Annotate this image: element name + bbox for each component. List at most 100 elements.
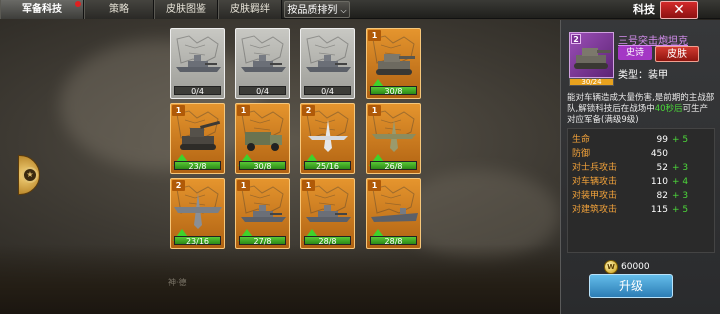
tank-icon [376, 54, 415, 75]
card-level-badge: 2 [172, 180, 185, 191]
unit-progress-bar: 30/24 [569, 78, 614, 86]
stat-label: 对车辆攻击 [572, 177, 618, 187]
tech-card-heavy-bomber-plane[interactable]: 2 23/16 [170, 178, 225, 249]
tech-card-green-bomber-plane[interactable]: 1 26/8 [366, 103, 421, 174]
stat-row: 对建筑攻击 115 + 5 [568, 203, 714, 217]
ship-icon [241, 205, 286, 222]
spg-icon [180, 120, 221, 150]
close-button[interactable]: ✕ [660, 1, 698, 19]
upgrade-cost-value: 60000 [621, 262, 650, 272]
unit-progress-text: 30/24 [581, 78, 602, 86]
card-level-badge: 1 [368, 105, 381, 116]
bomber-icon [372, 120, 416, 152]
stat-label: 对建筑攻击 [572, 205, 618, 215]
footer-faint-text: 神·德 [168, 278, 187, 287]
chevron-down-icon: ⌵ [340, 6, 347, 15]
tab-skin-bond[interactable]: 皮肤羁绊 [218, 0, 282, 19]
stat-bonus: + 5 [672, 135, 689, 145]
side-drawer-handle[interactable]: ★ [18, 155, 40, 195]
background-smoke [60, 40, 260, 170]
card-level-badge: 1 [368, 30, 381, 41]
card-progress-bar: 0/4 [239, 86, 286, 96]
ship-icon [176, 55, 221, 72]
card-progress-bar: 28/8 [370, 236, 417, 246]
top-bar: 军备科技 策略 皮肤图鉴 皮肤羁绊 按品质排列 ⌵ 科技 ✕ [0, 0, 720, 19]
unit-portrait: 2 [569, 32, 614, 78]
rarity-badge: 史诗 [618, 46, 652, 60]
stat-value: 52 [656, 163, 668, 173]
unit-description: 能对车辆造成大量伤害,是前期的主战部队,解锁科技后在战场中40秒后可生产对应军备… [567, 93, 715, 126]
stat-value: 115 [650, 205, 668, 215]
card-level-badge: 1 [237, 105, 250, 116]
stat-row: 对车辆攻击 110 + 4 [568, 175, 714, 189]
tech-card-warship-locked-2[interactable]: 0/4 [235, 28, 290, 99]
detail-panel: 2 30/24 三号突击炮坦克 史诗 皮肤 类型：装甲 能对车辆造成大量伤害,是… [560, 20, 720, 314]
ship-icon [306, 55, 351, 72]
stat-row: 防御 450 [568, 147, 714, 161]
tech-card-destroyer-ship[interactable]: 1 28/8 [300, 178, 355, 249]
tech-card-artillery-tank[interactable]: 1 23/8 [170, 103, 225, 174]
tech-card-warship-locked-1[interactable]: 0/4 [170, 28, 225, 99]
card-progress-bar: 0/4 [304, 86, 351, 96]
card-progress-bar: 23/16 [174, 236, 221, 246]
upgrade-button[interactable]: 升级 [589, 274, 673, 298]
tech-card-cruiser-ship[interactable]: 1 27/8 [235, 178, 290, 249]
tab-label: 策略 [109, 4, 129, 15]
tech-card-carrier-ship[interactable]: 1 28/8 [366, 178, 421, 249]
card-progress-bar: 27/8 [239, 236, 286, 246]
sort-dropdown-label: 按品质排列 [287, 5, 338, 16]
card-level-badge: 1 [368, 180, 381, 191]
card-progress-bar: 25/16 [304, 161, 351, 171]
stat-label: 生命 [572, 135, 591, 145]
stat-label: 对装甲攻击 [572, 191, 618, 201]
skin-button[interactable]: 皮肤 [655, 46, 699, 62]
stat-value: 99 [656, 135, 668, 145]
card-level-badge: 1 [172, 105, 185, 116]
tab-arms-tech[interactable]: 军备科技 [0, 0, 84, 19]
close-icon: ✕ [673, 2, 685, 18]
page-title: 科技 [633, 3, 655, 16]
stat-bonus: + 3 [672, 163, 689, 173]
unit-type: 类型：装甲 [618, 70, 668, 81]
ship-icon [241, 55, 286, 72]
card-level-badge: 2 [302, 105, 315, 116]
rank-medal-icon: ★ [22, 167, 38, 183]
card-progress-bar: 30/8 [370, 86, 417, 96]
stats-table: 生命 99 + 5 防御 450 对士兵攻击 52 + 3 对车辆攻击 110 + 4 对装甲攻击 82… [567, 128, 715, 253]
gold-coin-icon: W [604, 260, 618, 274]
stat-bonus: + 4 [672, 177, 689, 187]
unit-level-badge: 2 [571, 34, 581, 44]
card-level-badge: 1 [237, 180, 250, 191]
sort-dropdown[interactable]: 按品质排列 ⌵ [284, 1, 350, 18]
tech-card-white-fighter-plane[interactable]: 2 25/16 [300, 103, 355, 174]
stat-row: 对士兵攻击 52 + 3 [568, 161, 714, 175]
stat-row: 生命 99 + 5 [568, 133, 714, 147]
upgrade-cost: W 60000 [604, 260, 668, 274]
card-progress-bar: 26/8 [370, 161, 417, 171]
tab-strategy[interactable]: 策略 [84, 0, 154, 19]
notification-dot [75, 1, 81, 7]
tech-card-heavy-tank[interactable]: 1 30/8 [366, 28, 421, 99]
tab-skin-gallery[interactable]: 皮肤图鉴 [154, 0, 218, 19]
tab-label: 皮肤羁绊 [230, 4, 270, 15]
card-progress-bar: 30/8 [239, 161, 286, 171]
tab-label: 皮肤图鉴 [166, 4, 206, 15]
card-progress-bar: 0/4 [174, 86, 221, 96]
stat-value: 110 [650, 177, 668, 187]
carrier-icon [371, 208, 418, 222]
stat-label: 对士兵攻击 [572, 163, 618, 173]
description-highlight: 40秒后 [654, 104, 683, 114]
jet-icon [308, 120, 348, 152]
card-progress-bar: 28/8 [304, 236, 351, 246]
stat-value: 82 [656, 191, 668, 201]
stat-bonus: + 5 [672, 205, 689, 215]
card-progress-bar: 23/8 [174, 161, 221, 171]
stat-bonus: + 3 [672, 191, 689, 201]
tech-card-warship-locked-3[interactable]: 0/4 [300, 28, 355, 99]
truck-icon [245, 132, 282, 151]
unit-name: 三号突击炮坦克 [618, 36, 688, 47]
tab-label: 军备科技 [22, 4, 62, 15]
tech-card-military-truck[interactable]: 1 30/8 [235, 103, 290, 174]
ship-icon [306, 205, 351, 222]
stat-row: 对装甲攻击 82 + 3 [568, 189, 714, 203]
